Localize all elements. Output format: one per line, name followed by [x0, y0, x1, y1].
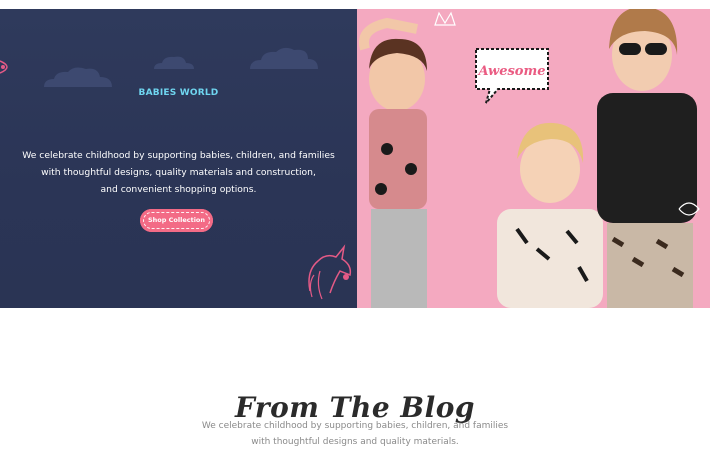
hero-description-line: We celebrate childhood by supporting bab… — [22, 150, 335, 161]
hero-description: We celebrate childhood by supporting bab… — [10, 147, 347, 198]
cloud-icon — [44, 67, 112, 87]
hero-left-panel: BABIES WORLD We celebrate childhood by s… — [0, 9, 357, 308]
blog-section-description: We celebrate childhood by supporting bab… — [0, 418, 710, 450]
eye-doodle-icon — [0, 60, 8, 74]
cloud-icon — [154, 56, 194, 69]
hero-banner: BABIES WORLD We celebrate childhood by s… — [0, 9, 710, 308]
hero-photo-panel: Awesome — [357, 9, 710, 308]
hero-description-line: and convenient shopping options. — [100, 184, 257, 195]
shop-collection-button[interactable]: Shop Collection — [140, 209, 213, 232]
blog-description-line: with thoughtful designs and quality mate… — [251, 437, 459, 447]
hero-description-line: with thoughtful designs, quality materia… — [41, 167, 316, 178]
speech-bubble-text: Awesome — [478, 64, 546, 79]
cloud-icon — [250, 47, 318, 69]
blog-description-line: We celebrate childhood by supporting bab… — [201, 421, 509, 431]
unicorn-doodle-icon — [308, 244, 352, 300]
hero-brand-title: BABIES WORLD — [138, 88, 219, 98]
